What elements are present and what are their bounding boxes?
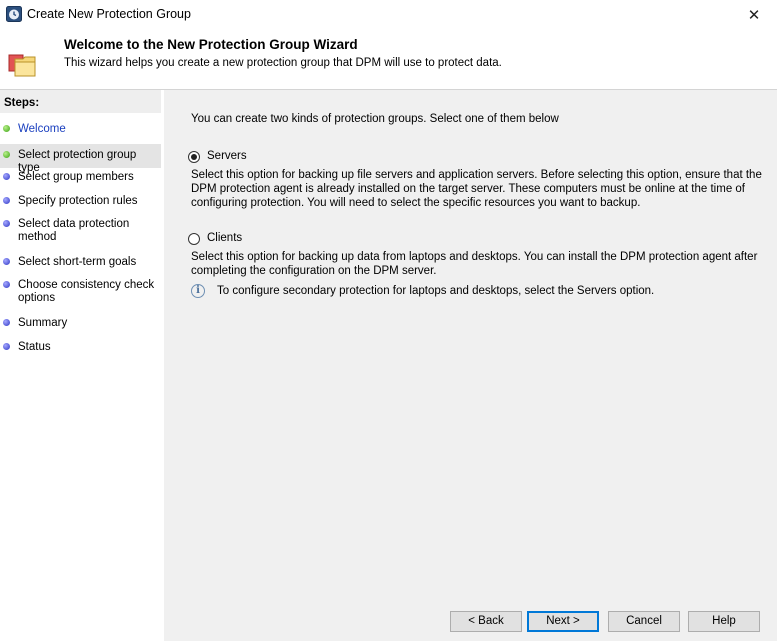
title-bar: Create New Protection Group ✕ (0, 0, 777, 29)
wizard-header: Welcome to the New Protection Group Wiza… (0, 29, 777, 90)
step-summary: Summary (0, 317, 161, 330)
step-label: Welcome (18, 123, 66, 135)
step-label: Select short-term goals (18, 256, 137, 268)
step-label: Choose consistency check options (18, 279, 155, 304)
step-label: Summary (18, 317, 68, 329)
step-current-icon (3, 151, 10, 158)
close-button[interactable]: ✕ (731, 0, 777, 29)
step-welcome[interactable]: Welcome (0, 123, 161, 136)
info-text: To configure secondary protection for la… (217, 285, 655, 297)
step-choose-consistency-check-options: Choose consistency check options (0, 279, 155, 305)
intro-text: You can create two kinds of protection g… (191, 113, 559, 125)
step-label: Select group members (18, 171, 134, 183)
wizard-subtitle: This wizard helps you create a new prote… (64, 57, 502, 69)
clients-radio[interactable] (188, 233, 200, 245)
step-complete-icon (3, 125, 10, 132)
cancel-button[interactable]: Cancel (608, 611, 680, 632)
step-pending-icon (3, 258, 10, 265)
dpm-app-icon (6, 6, 22, 22)
clients-description: Select this option for backing up data f… (191, 251, 758, 277)
protection-group-folder-icon (8, 54, 36, 77)
step-select-short-term-goals: Select short-term goals (0, 256, 161, 269)
step-select-data-protection-method: Select data protection method (0, 218, 130, 244)
servers-radio[interactable] (188, 151, 200, 163)
step-select-group-members: Select group members (0, 171, 161, 184)
clients-radio-label[interactable]: Clients (207, 232, 242, 244)
step-label: Select data protection method (18, 218, 130, 243)
steps-heading: Steps: (0, 90, 161, 113)
steps-pane: Steps: Welcome Select protection group t… (0, 90, 161, 641)
step-label: Specify protection rules (18, 195, 138, 207)
step-specify-protection-rules: Specify protection rules (0, 195, 161, 208)
info-icon: i (191, 284, 205, 298)
step-label: Status (18, 341, 51, 353)
close-icon: ✕ (747, 6, 761, 24)
step-pending-icon (3, 319, 10, 326)
wizard-title: Welcome to the New Protection Group Wiza… (64, 37, 358, 52)
step-pending-icon (3, 173, 10, 180)
servers-description: Select this option for backing up file s… (191, 169, 762, 209)
step-pending-icon (3, 197, 10, 204)
help-button[interactable]: Help (688, 611, 760, 632)
window-title: Create New Protection Group (27, 7, 191, 21)
next-button[interactable]: Next > (527, 611, 599, 632)
step-pending-icon (3, 220, 10, 227)
step-select-protection-group-type[interactable]: Select protection group type (0, 144, 161, 174)
step-pending-icon (3, 343, 10, 350)
back-button[interactable]: < Back (450, 611, 522, 632)
step-pending-icon (3, 281, 10, 288)
content-pane: You can create two kinds of protection g… (164, 90, 777, 641)
servers-radio-label[interactable]: Servers (207, 150, 247, 162)
step-status: Status (0, 341, 161, 354)
